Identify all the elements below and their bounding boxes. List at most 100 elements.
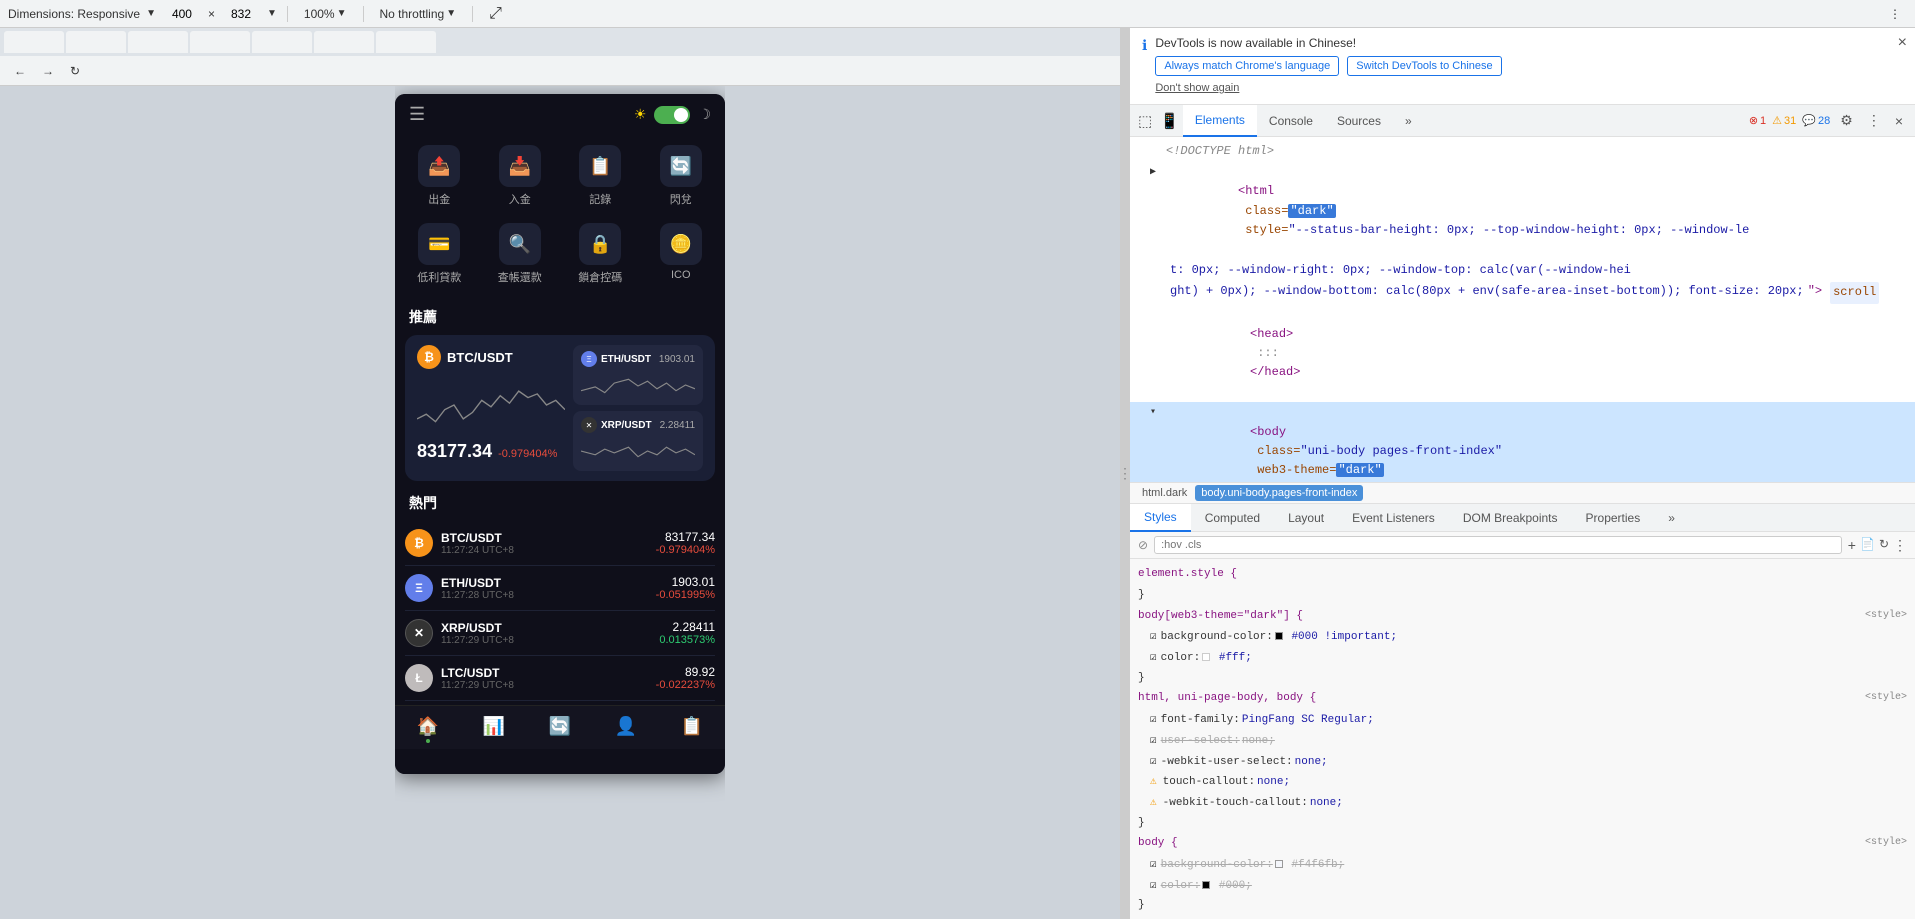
notif-close-btn[interactable]: ×: [1898, 34, 1907, 52]
swatch-body-000[interactable]: [1202, 881, 1210, 889]
featured-card[interactable]: ₿ BTC/USDT 83177.34: [405, 335, 715, 481]
action-check[interactable]: 🔍 查帳還款: [480, 215, 561, 293]
checkbox-color-body[interactable]: ☑: [1150, 877, 1157, 896]
match-language-btn[interactable]: Always match Chrome's language: [1155, 56, 1339, 76]
divider2: [363, 6, 364, 22]
bc-body[interactable]: body.uni-body.pages-front-index: [1195, 485, 1363, 501]
nav-home[interactable]: 🏠: [409, 714, 447, 745]
back-btn[interactable]: ←: [8, 62, 32, 80]
action-lock[interactable]: 🔒 鎖倉控碼: [560, 215, 641, 293]
warn-webkit-touch: ⚠: [1150, 794, 1157, 813]
breadcrumb: html.dark body.uni-body.pages-front-inde…: [1130, 483, 1915, 504]
action-jilu[interactable]: 📋 記錄: [560, 137, 641, 215]
html-source[interactable]: <!DOCTYPE html> <html class="dark" style…: [1130, 137, 1915, 482]
bc-html[interactable]: html.dark: [1138, 485, 1191, 501]
nav-records[interactable]: 📋: [673, 714, 711, 745]
browser-tab-2[interactable]: [66, 31, 126, 53]
checkbox-webkit-select[interactable]: ☑: [1150, 753, 1157, 772]
action-shanhui[interactable]: 🔄 閃兌: [641, 137, 722, 215]
css-tab-dom-breakpoints[interactable]: DOM Breakpoints: [1449, 504, 1572, 532]
eth-mini-card[interactable]: Ξ ETH/USDT 1903.01: [573, 345, 703, 405]
more-options2-btn[interactable]: ⋮: [1863, 110, 1885, 131]
css-source-dark[interactable]: <style>: [1865, 607, 1907, 626]
nav-chart[interactable]: 📊: [475, 714, 513, 745]
user-icon: 👤: [615, 716, 637, 737]
add-style-btn[interactable]: +: [1848, 537, 1856, 554]
mobile-preview: ☰ ☀ ☽ 📤 出金 📥: [395, 86, 725, 919]
chart-icon: 📊: [483, 716, 505, 737]
css-tab-event-listeners[interactable]: Event Listeners: [1338, 504, 1449, 532]
height-input[interactable]: [221, 7, 261, 21]
more-css-btn[interactable]: ⋮: [1893, 537, 1907, 554]
arrow-body[interactable]: ▾: [1150, 405, 1162, 421]
btc-icon: ₿: [417, 345, 441, 369]
browser-tab-1[interactable]: [4, 31, 64, 53]
swatch-fff[interactable]: [1202, 653, 1210, 661]
mobile-content[interactable]: ☰ ☀ ☽ 📤 出金 📥: [395, 94, 725, 774]
checkbox-bg-body[interactable]: ☑: [1150, 856, 1157, 875]
hot-item-ltc[interactable]: Ł LTC/USDT 11:27:29 UTC+8 89.92 -0.02223…: [405, 656, 715, 701]
css-tab-styles[interactable]: Styles: [1130, 504, 1191, 532]
close-devtools-btn[interactable]: ×: [1891, 111, 1907, 131]
device-icon-btn[interactable]: 📱: [1156, 110, 1183, 132]
css-filter-input[interactable]: [1154, 536, 1842, 554]
browser-tab-7[interactable]: [376, 31, 436, 53]
checkbox-color-dark[interactable]: ☑: [1150, 649, 1157, 668]
home-icon: 🏠: [417, 716, 439, 737]
hot-item-xrp[interactable]: ✕ XRP/USDT 11:27:29 UTC+8 2.28411 0.0135…: [405, 611, 715, 656]
arrow-html[interactable]: [1150, 165, 1162, 181]
hot-item-eth[interactable]: Ξ ETH/USDT 11:27:28 UTC+8 1903.01 -0.051…: [405, 566, 715, 611]
source-line-head[interactable]: <head> ::: </head>: [1130, 305, 1915, 403]
inspect-icon-btn[interactable]: ⬚: [1134, 110, 1156, 132]
tab-console[interactable]: Console: [1257, 105, 1325, 137]
tab-sources[interactable]: Sources: [1325, 105, 1393, 137]
switch-devtools-btn[interactable]: Switch DevTools to Chinese: [1347, 56, 1501, 76]
source-line-body[interactable]: ▾ <body class="uni-body pages-front-inde…: [1130, 402, 1915, 482]
new-rule-btn[interactable]: 📄: [1860, 537, 1875, 554]
source-line-doctype: <!DOCTYPE html>: [1130, 141, 1915, 162]
swatch-f4f6fb[interactable]: [1275, 860, 1283, 868]
css-tab-properties[interactable]: Properties: [1572, 504, 1655, 532]
nav-user[interactable]: 👤: [607, 714, 645, 745]
xrp-mini-card[interactable]: ✕ XRP/USDT 2.28411: [573, 411, 703, 471]
source-line-html[interactable]: <html class="dark" style="--status-bar-h…: [1130, 162, 1915, 260]
browser-tab-3[interactable]: [128, 31, 188, 53]
css-rules[interactable]: element.style { } body[web3-theme="dark"…: [1130, 559, 1915, 919]
width-input[interactable]: [162, 7, 202, 21]
tab-more[interactable]: »: [1393, 105, 1424, 137]
btc-price: 83177.34: [417, 441, 492, 462]
swatch-000[interactable]: [1275, 632, 1283, 640]
throttling-btn[interactable]: No throttling ▼: [374, 5, 463, 23]
checkbox-user-select[interactable]: ☑: [1150, 732, 1157, 751]
rotate-btn[interactable]: ⤢: [483, 3, 508, 25]
css-tab-layout[interactable]: Layout: [1274, 504, 1338, 532]
hot-item-btc[interactable]: ₿ BTC/USDT 11:27:24 UTC+8 83177.34 -0.97…: [405, 521, 715, 566]
tab-elements[interactable]: Elements: [1183, 105, 1257, 137]
theme-toggle[interactable]: [654, 106, 690, 124]
action-ruJin[interactable]: 📥 入金: [480, 137, 561, 215]
css-tab-more[interactable]: »: [1654, 504, 1689, 532]
action-ico[interactable]: 🪙 ICO: [641, 215, 722, 293]
browser-tab-4[interactable]: [190, 31, 250, 53]
forward-btn[interactable]: →: [36, 62, 60, 80]
dont-show-btn[interactable]: Don't show again: [1155, 82, 1239, 94]
nav-swap[interactable]: 🔄: [541, 714, 579, 745]
hamburger-icon[interactable]: ☰: [409, 104, 425, 125]
xrp-hot-icon: ✕: [405, 619, 433, 647]
more-options-btn[interactable]: ⋮: [1883, 5, 1907, 23]
reload-btn[interactable]: ↻: [64, 62, 86, 80]
checkbox-fontfam[interactable]: ☑: [1150, 711, 1157, 730]
resize-handle[interactable]: [1120, 28, 1130, 919]
browser-tab-6[interactable]: [314, 31, 374, 53]
settings-btn[interactable]: ⚙: [1836, 110, 1857, 131]
css-tab-computed[interactable]: Computed: [1191, 504, 1274, 532]
zoom-btn[interactable]: 100% ▼: [298, 5, 353, 23]
btc-featured: ₿ BTC/USDT 83177.34: [417, 345, 565, 471]
checkbox-bg-dark[interactable]: ☑: [1150, 628, 1157, 647]
action-loan[interactable]: 💳 低利貸款: [399, 215, 480, 293]
browser-tab-5[interactable]: [252, 31, 312, 53]
action-chuJin[interactable]: 📤 出金: [399, 137, 480, 215]
css-source-body[interactable]: <style>: [1865, 834, 1907, 853]
refresh-styles-btn[interactable]: ↻: [1879, 537, 1889, 554]
css-source-html[interactable]: <style>: [1865, 689, 1907, 708]
